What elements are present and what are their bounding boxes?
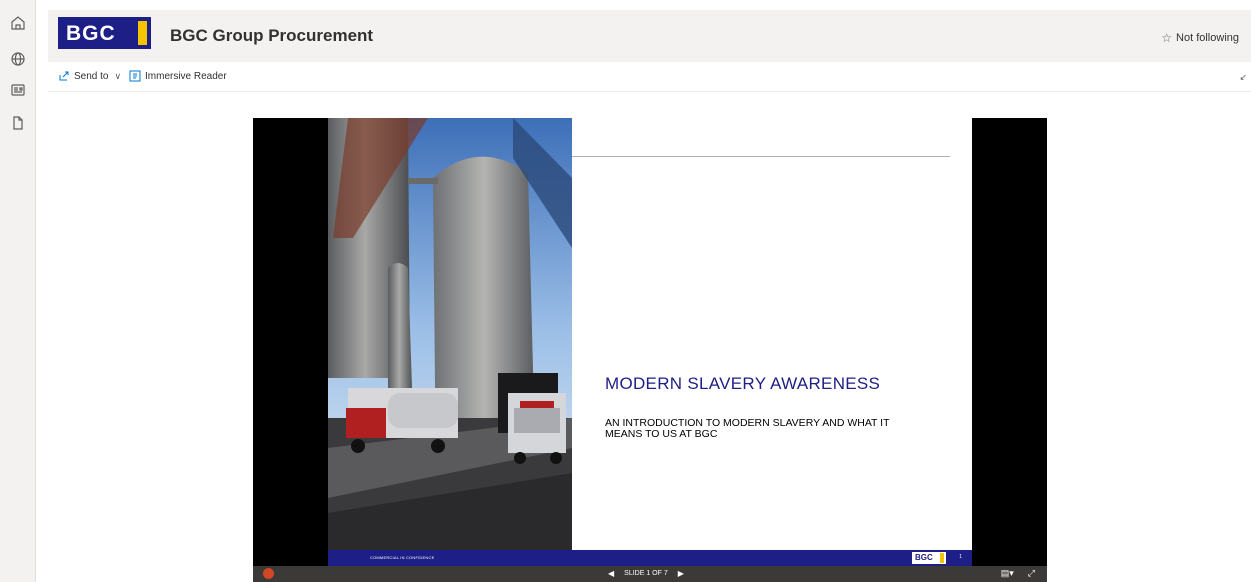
powerpoint-icon[interactable] (263, 568, 274, 579)
send-to-label: Send to (74, 70, 109, 82)
presentation-viewer[interactable]: MODERN SLAVERY AWARENESS AN INTRODUCTION… (253, 118, 1047, 582)
slide-navigation: ◀ SLIDE 1 OF 7 ▶ (608, 569, 684, 578)
view-options-icon[interactable]: ▤▾ (1001, 568, 1014, 579)
app-rail (0, 0, 36, 582)
chevron-down-icon: ∨ (114, 70, 122, 81)
site-header: BGC BGC Group Procurement ☆ Not followin… (48, 10, 1251, 62)
slide: MODERN SLAVERY AWARENESS AN INTRODUCTION… (328, 118, 972, 550)
footer-logo-text: BGC (915, 553, 933, 562)
slide-indicator: SLIDE 1 OF 7 (624, 570, 668, 577)
slide-photo (328, 118, 572, 550)
command-bar: Send to ∨ Immersive Reader ↙ (48, 62, 1251, 92)
slide-page-number: 1 (959, 554, 962, 560)
site-title[interactable]: BGC Group Procurement (170, 26, 373, 46)
follow-label: Not following (1176, 32, 1239, 44)
footer-logo-accent (940, 553, 944, 563)
globe-icon[interactable] (9, 50, 27, 68)
share-icon (59, 71, 69, 81)
document-icon[interactable] (9, 114, 27, 132)
player-controls: ◀ SLIDE 1 OF 7 ▶ ▤▾ ⤢ (253, 566, 1047, 582)
immersive-reader-button[interactable]: Immersive Reader (129, 70, 227, 82)
immersive-reader-icon (129, 70, 141, 82)
site-logo[interactable]: BGC (58, 17, 151, 49)
home-icon[interactable] (9, 14, 27, 32)
slide-divider (572, 156, 950, 157)
confidential-label: COMMERCIAL IN CONFIDENCE (370, 555, 435, 560)
next-slide-icon[interactable]: ▶ (678, 569, 684, 578)
collapse-icon[interactable]: ↙ (1239, 72, 1247, 83)
fullscreen-icon[interactable]: ⤢ (1028, 568, 1035, 579)
slide-title: MODERN SLAVERY AWARENESS (605, 374, 881, 393)
send-to-button[interactable]: Send to ∨ (58, 70, 121, 82)
player-tools: ▤▾ ⤢ (1001, 568, 1035, 579)
previous-slide-icon[interactable]: ◀ (608, 569, 614, 578)
footer-logo: BGC (912, 552, 946, 564)
logo-text: BGC (66, 22, 116, 45)
logo-accent (138, 21, 147, 45)
news-icon[interactable] (9, 81, 27, 99)
follow-button[interactable]: ☆ Not following (1161, 31, 1239, 45)
immersive-reader-label: Immersive Reader (145, 70, 227, 82)
star-icon: ☆ (1161, 31, 1173, 45)
slide-footer: COMMERCIAL IN CONFIDENCE BGC 1 (328, 550, 972, 566)
slide-subtitle: AN INTRODUCTION TO MODERN SLAVERY AND WH… (605, 417, 890, 440)
